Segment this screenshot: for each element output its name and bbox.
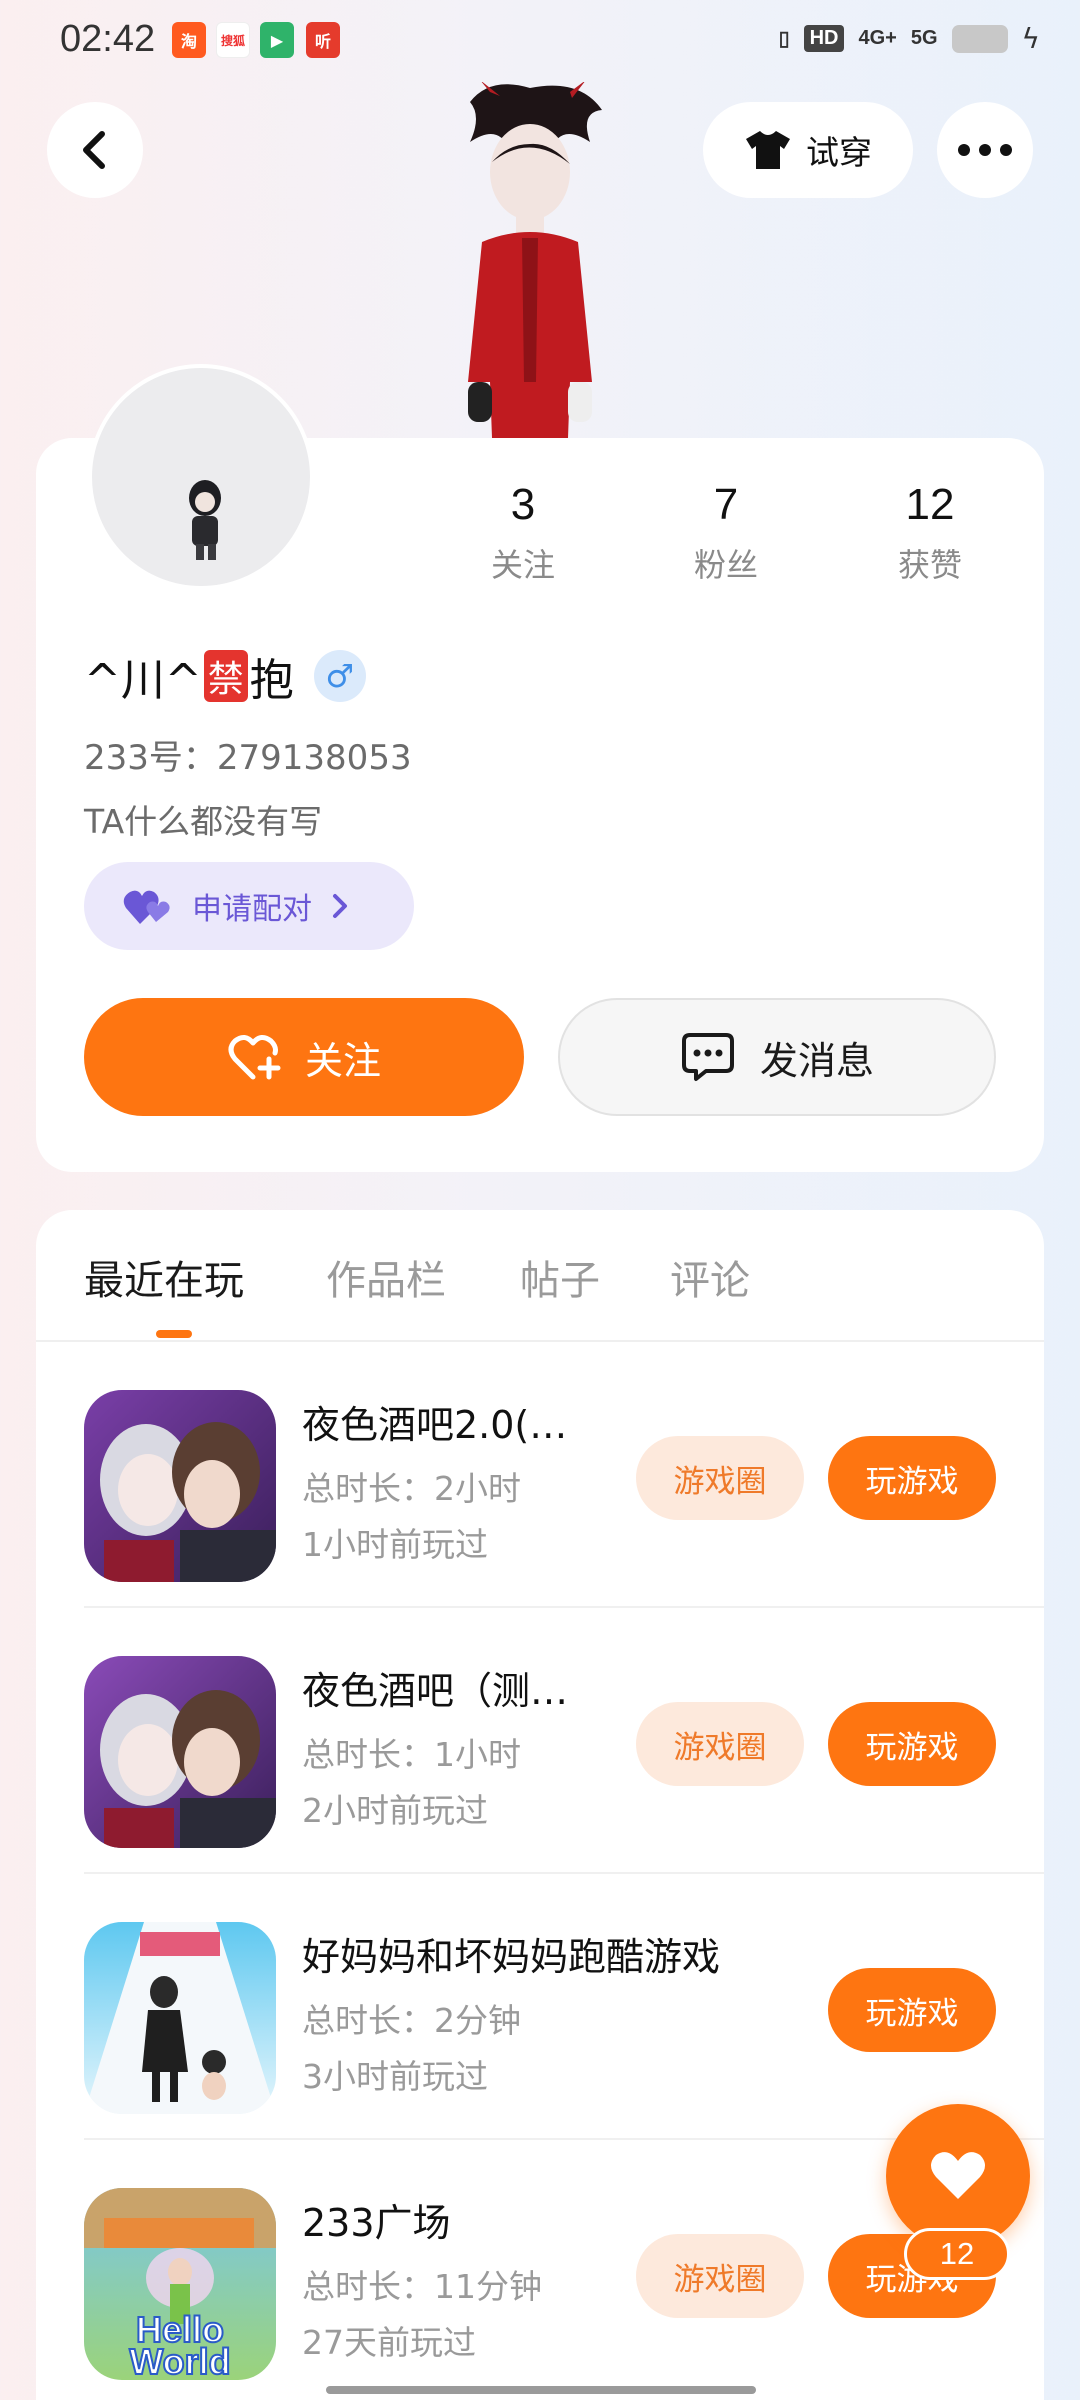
signal-5g-icon: 5G xyxy=(910,27,938,49)
game-row[interactable]: 夜色酒吧（测… 总时长：1小时 2小时前玩过 游戏圈 玩游戏 xyxy=(0,1608,1080,1874)
following-count: 3 xyxy=(510,480,536,529)
apply-pair-button[interactable]: 申请配对 xyxy=(84,862,414,950)
signal-4g-icon: 4G+ xyxy=(858,27,897,49)
likes-count: 12 xyxy=(905,480,955,529)
male-gender-icon: ♂ xyxy=(313,650,366,702)
avatar[interactable] xyxy=(88,364,314,590)
heart-plus-icon xyxy=(228,1035,281,1080)
game-last-played: 27天前玩过 xyxy=(302,2323,476,2362)
stat-likes[interactable]: 12 获赞 xyxy=(850,480,1010,586)
user-bio: TA什么都没有写 xyxy=(84,802,323,841)
send-message-button[interactable]: 发消息 xyxy=(558,998,996,1116)
stat-following[interactable]: 3 关注 xyxy=(443,480,603,586)
game-circle-button[interactable]: 游戏圈 xyxy=(636,1702,804,1786)
game-duration: 总时长：2分钟 xyxy=(302,2001,521,2040)
more-options-button[interactable] xyxy=(937,102,1033,198)
chat-bubble-icon xyxy=(681,1033,734,1081)
tab-works[interactable]: 作品栏 xyxy=(326,1248,446,1306)
game-name: 夜色酒吧2.0(… xyxy=(302,1403,568,1447)
game-icon-233-plaza: Hello World xyxy=(84,2188,276,2380)
game-icon-nightbar-test xyxy=(84,1656,276,1848)
heart-icon xyxy=(931,2152,985,2199)
listen-app-notification-icon: 听 xyxy=(306,22,340,58)
try-on-label: 试穿 xyxy=(806,133,872,172)
home-indicator[interactable] xyxy=(326,2386,756,2394)
follow-button[interactable]: 关注 xyxy=(84,998,524,1116)
game-last-played: 1小时前玩过 xyxy=(302,1525,488,1564)
tab-active-indicator xyxy=(156,1330,192,1338)
game-duration: 总时长：2小时 xyxy=(302,1469,521,1508)
play-game-button[interactable]: 玩游戏 xyxy=(828,1436,996,1520)
avatar-figure-icon xyxy=(189,480,221,560)
charging-icon: ϟ xyxy=(1021,22,1040,55)
hd-voice-icon: HD xyxy=(803,25,845,52)
game-name: 好妈妈和坏妈妈跑酷游戏 xyxy=(302,1935,721,1979)
game-circle-button[interactable]: 游戏圈 xyxy=(636,1436,804,1520)
tab-comments[interactable]: 评论 xyxy=(670,1248,750,1306)
nickname-prefix: ^川^ xyxy=(84,655,202,706)
followers-count: 7 xyxy=(713,480,739,529)
like-fab-button[interactable] xyxy=(886,2104,1030,2248)
back-button[interactable] xyxy=(47,102,143,198)
nickname-suffix: 抱 xyxy=(249,655,294,706)
play-game-button[interactable]: 玩游戏 xyxy=(828,1702,996,1786)
likes-label: 获赞 xyxy=(897,546,962,584)
nickname: ^川^ 禁 抱 ♂ xyxy=(84,644,366,708)
chevron-right-icon xyxy=(333,894,347,918)
stat-followers[interactable]: 7 粉丝 xyxy=(646,480,806,586)
more-dots-icon xyxy=(958,144,1012,156)
vibrate-icon: ▯ xyxy=(778,28,790,50)
follow-label: 关注 xyxy=(304,1038,381,1083)
taobao-notification-icon: 淘 xyxy=(172,22,206,58)
game-icon-nightbar-2 xyxy=(84,1390,276,1582)
tab-posts[interactable]: 帖子 xyxy=(520,1248,600,1306)
game-row[interactable]: 好妈妈和坏妈妈跑酷游戏 总时长：2分钟 3小时前玩过 玩游戏 xyxy=(0,1874,1080,2140)
send-message-label: 发消息 xyxy=(759,1038,874,1083)
avatar-3d-figure[interactable] xyxy=(430,80,630,438)
tab-recent-play[interactable]: 最近在玩 xyxy=(84,1248,244,1306)
status-time: 02:42 xyxy=(60,18,156,60)
play-game-button[interactable]: 玩游戏 xyxy=(828,1968,996,2052)
game-duration: 总时长：11分钟 xyxy=(302,2267,542,2306)
sohu-video-notification-icon: 搜狐 xyxy=(216,22,250,58)
chevron-left-icon xyxy=(83,131,105,169)
following-label: 关注 xyxy=(490,546,555,584)
game-last-played: 2小时前玩过 xyxy=(302,1791,488,1830)
user-id: 233号：279138053 xyxy=(84,738,412,778)
battery-icon xyxy=(951,24,1008,53)
game-last-played: 3小时前玩过 xyxy=(302,2057,488,2096)
game-icon-mom-parkour xyxy=(84,1922,276,2114)
game-duration: 总时长：1小时 xyxy=(302,1735,521,1774)
double-heart-icon xyxy=(123,890,170,924)
forbidden-emoji-icon: 禁 xyxy=(203,650,248,702)
followers-label: 粉丝 xyxy=(693,546,758,584)
like-count-badge: 12 xyxy=(904,2228,1010,2280)
world-text: World xyxy=(129,2341,230,2380)
apply-pair-label: 申请配对 xyxy=(192,892,312,927)
game-circle-button[interactable]: 游戏圈 xyxy=(636,2234,804,2318)
try-on-button[interactable]: 试穿 xyxy=(703,102,913,198)
status-indicators: ▯ HD 4G+ 5G ϟ xyxy=(779,22,1040,55)
game-name: 夜色酒吧（测… xyxy=(302,1669,569,1713)
game-name: 233广场 xyxy=(302,2201,451,2245)
status-bar: 02:42 淘 搜狐 ▶ 听 ▯ HD 4G+ 5G ϟ xyxy=(0,0,1080,84)
game-row[interactable]: 夜色酒吧2.0(… 总时长：2小时 1小时前玩过 游戏圈 玩游戏 xyxy=(0,1342,1080,1608)
video-app-notification-icon: ▶ xyxy=(260,22,294,58)
tshirt-icon xyxy=(746,131,790,169)
